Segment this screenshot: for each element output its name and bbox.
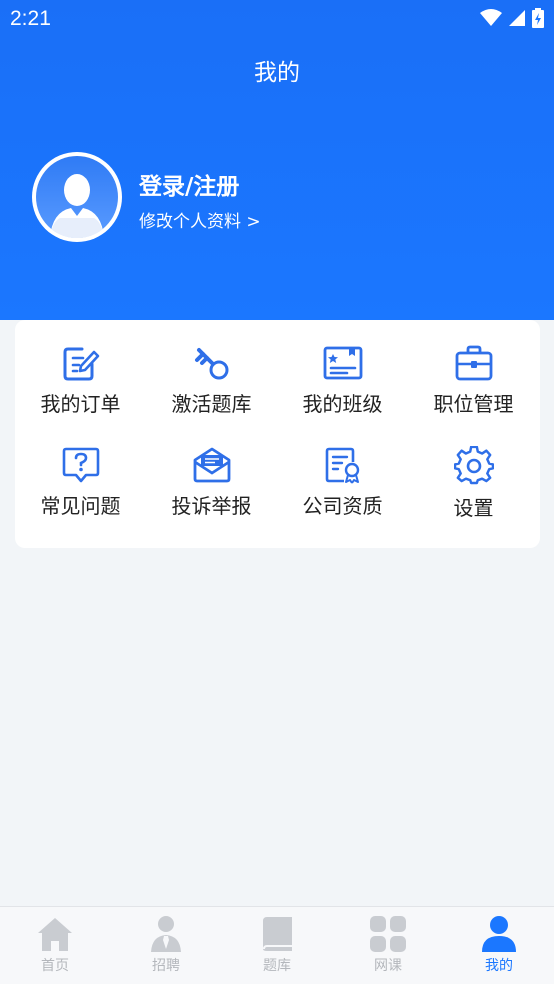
mail-icon	[193, 447, 230, 483]
menu-item-label: 职位管理	[433, 392, 514, 416]
status-time: 2:21	[10, 7, 51, 30]
recruit-icon	[151, 916, 181, 952]
tab-label: 我的	[485, 958, 513, 974]
edit-icon	[63, 347, 99, 381]
menu-item-position[interactable]: 职位管理	[408, 344, 539, 439]
question-icon	[62, 447, 99, 483]
tab-question-bank[interactable]: 题库	[222, 907, 332, 984]
tab-label: 首页	[41, 958, 69, 974]
signal-icon	[509, 10, 525, 26]
menu-item-label: 我的班级	[302, 392, 383, 416]
home-icon	[38, 918, 72, 951]
book-icon	[263, 917, 292, 951]
tab-home[interactable]: 首页	[0, 907, 110, 984]
tab-label: 招聘	[152, 958, 180, 974]
tab-mine[interactable]: 我的	[444, 907, 554, 984]
menu-card: 我的订单 激活题库 我的班级 职位管理 常见问题 投诉举报 公司资质 设置	[15, 320, 540, 548]
menu-item-label: 投诉举报	[171, 494, 252, 518]
login-register-link[interactable]: 登录/注册	[139, 167, 239, 201]
menu-item-my-class[interactable]: 我的班级	[277, 344, 408, 439]
menu-item-complaint[interactable]: 投诉举报	[146, 446, 277, 541]
bottom-tab-bar: 首页 招聘 题库 网课 我的	[0, 906, 554, 984]
key-icon	[194, 348, 228, 380]
class-card-icon	[323, 346, 362, 380]
edit-profile-link[interactable]: 修改个人资料 >	[139, 207, 261, 232]
tab-label: 网课	[374, 958, 402, 974]
tab-recruit[interactable]: 招聘	[111, 907, 221, 984]
user-icon	[482, 916, 516, 952]
tab-online-course[interactable]: 网课	[333, 907, 443, 984]
tab-label: 题库	[263, 958, 291, 974]
menu-item-faq[interactable]: 常见问题	[15, 446, 146, 541]
battery-icon	[532, 8, 544, 28]
menu-item-activate-bank[interactable]: 激活题库	[146, 344, 277, 439]
menu-item-label: 常见问题	[40, 494, 121, 518]
avatar[interactable]	[32, 152, 122, 242]
page-title: 我的	[254, 60, 300, 86]
menu-item-qualification[interactable]: 公司资质	[277, 446, 408, 541]
menu-item-label: 设置	[453, 496, 494, 520]
menu-item-orders[interactable]: 我的订单	[15, 344, 146, 439]
grid-icon	[370, 916, 406, 952]
menu-item-label: 激活题库	[171, 392, 252, 416]
status-icons	[480, 8, 544, 28]
briefcase-icon	[455, 345, 492, 381]
status-bar: 2:21	[0, 0, 554, 38]
certificate-icon	[325, 447, 359, 484]
wifi-icon	[480, 9, 502, 26]
menu-item-settings[interactable]: 设置	[408, 446, 539, 541]
menu-item-label: 公司资质	[302, 494, 383, 518]
gear-icon	[453, 446, 494, 485]
menu-item-label: 我的订单	[40, 392, 121, 416]
avatar-silhouette-icon	[50, 174, 104, 238]
